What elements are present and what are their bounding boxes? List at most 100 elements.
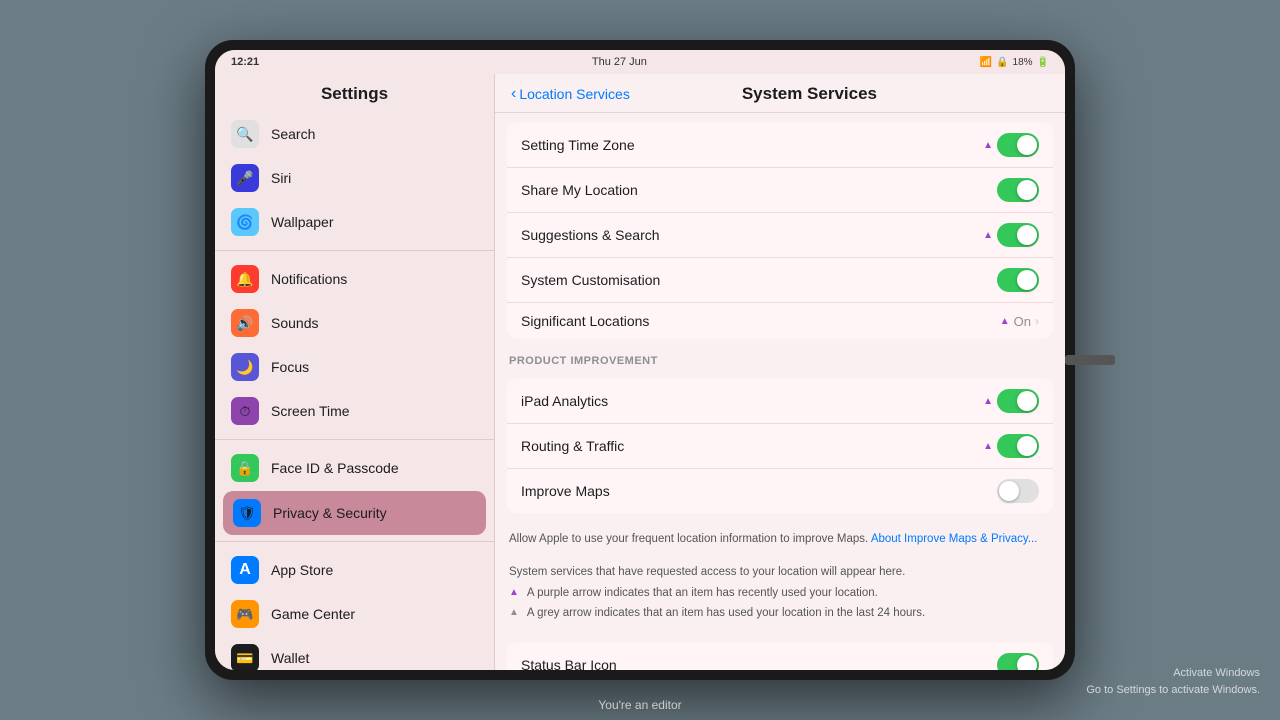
improve-maps-note: Allow Apple to use your frequent locatio… [495,523,1065,556]
bottom-text: You're an editor [598,698,681,712]
battery-icon: 🔋 [1037,57,1049,68]
divider-1 [215,250,494,251]
row-status-bar-icon[interactable]: Status Bar Icon [507,643,1053,670]
sidebar-item-focus[interactable]: 🌙 Focus [215,345,494,389]
screen-time-icon: ⏱ [231,397,259,425]
panel-title: System Services [630,84,989,104]
toggle-status-bar[interactable] [997,653,1039,670]
sidebar-item-screen-time[interactable]: ⏱ Screen Time [215,389,494,433]
row-ipad-analytics[interactable]: iPad Analytics ▲ [507,379,1053,424]
activate-line1: Activate Windows [1086,665,1260,683]
sidebar-item-game-center[interactable]: 🎮 Game Center [215,592,494,636]
label-share-my-location: Share My Location [521,182,989,198]
toggle-customisation[interactable] [997,268,1039,292]
game-center-icon: 🎮 [231,600,259,628]
row-right-status-bar [997,653,1039,670]
row-significant-locations[interactable]: Significant Locations ▲ On › [507,303,1053,339]
row-routing-traffic[interactable]: Routing & Traffic ▲ [507,424,1053,469]
battery-text: 18% [1013,57,1033,68]
status-bar: 12:21 Thu 27 Jun 📶 🔒 18% 🔋 [215,50,1065,74]
row-right-suggestions: ▲ [983,223,1039,247]
row-right-setting-time-zone: ▲ [983,133,1039,157]
divider-2 [215,439,494,440]
main-content: Settings 🔍 Search 🎤 Siri 🌀 Wallpaper [215,74,1065,670]
system-services-group: Setting Time Zone ▲ Share My Location [507,123,1053,339]
label-significant-locations: Significant Locations [521,313,992,329]
sidebar-label-wallet: Wallet [271,650,309,666]
wifi-icon: 📶 [980,57,992,68]
row-suggestions-search[interactable]: Suggestions & Search ▲ [507,213,1053,258]
sidebar-item-siri[interactable]: 🎤 Siri [215,156,494,200]
sidebar-item-sounds[interactable]: 🔊 Sounds [215,301,494,345]
toggle-improve-maps[interactable] [997,479,1039,503]
activate-line2: Go to Settings to activate Windows. [1086,682,1260,700]
status-bar-group: Status Bar Icon [507,643,1053,670]
sidebar-label-siri: Siri [271,170,291,186]
row-right-improve-maps [997,479,1039,503]
divider-3 [215,541,494,542]
wallpaper-icon: 🌀 [231,208,259,236]
loc-arrow-suggestions: ▲ [983,230,993,241]
toggle-share-location[interactable] [997,178,1039,202]
sidebar: Settings 🔍 Search 🎤 Siri 🌀 Wallpaper [215,74,495,670]
legend-purple-text: A purple arrow indicates that an item ha… [527,585,878,602]
notifications-icon: 🔔 [231,265,259,293]
row-share-my-location[interactable]: Share My Location [507,168,1053,213]
sidebar-label-focus: Focus [271,359,309,375]
tablet-screen: 12:21 Thu 27 Jun 📶 🔒 18% 🔋 Settings 🔍 Se… [215,50,1065,670]
sidebar-item-privacy[interactable]: 🛡 Privacy & Security [223,491,486,535]
sounds-icon: 🔊 [231,309,259,337]
sidebar-item-notifications[interactable]: 🔔 Notifications [215,257,494,301]
status-icons: 📶 🔒 18% 🔋 [980,57,1049,68]
loc-arrow-analytics: ▲ [983,396,993,407]
product-improvement-header: PRODUCT IMPROVEMENT [495,349,1065,369]
sidebar-item-wallpaper[interactable]: 🌀 Wallpaper [215,200,494,244]
right-header: ‹ Location Services System Services [495,74,1065,113]
content-area: Setting Time Zone ▲ Share My Location [495,113,1065,670]
legend-grey-arrow: ▲ [509,605,519,620]
label-setting-time-zone: Setting Time Zone [521,137,975,153]
sidebar-label-notifications: Notifications [271,271,347,287]
toggle-routing[interactable] [997,434,1039,458]
sidebar-item-search[interactable]: 🔍 Search [215,112,494,156]
row-right-share-location [997,178,1039,202]
focus-icon: 🌙 [231,353,259,381]
legend-grey: ▲ A grey arrow indicates that an item ha… [509,605,1051,622]
sidebar-label-sounds: Sounds [271,315,318,331]
status-date: Thu 27 Jun [592,56,647,68]
sidebar-item-app-store[interactable]: A App Store [215,548,494,592]
row-right-routing: ▲ [983,434,1039,458]
system-service-note: System services that have requested acce… [495,556,1065,633]
row-right-customisation [997,268,1039,292]
improve-maps-link[interactable]: About Improve Maps & Privacy... [871,533,1038,545]
toggle-setting-time-zone[interactable] [997,133,1039,157]
sidebar-label-app-store: App Store [271,562,333,578]
toggle-analytics[interactable] [997,389,1039,413]
legend-purple: ▲ A purple arrow indicates that an item … [509,585,1051,602]
activate-windows: Activate Windows Go to Settings to activ… [1086,665,1260,700]
label-improve-maps: Improve Maps [521,483,989,499]
privacy-icon: 🛡 [233,499,261,527]
status-time: 12:21 [231,56,259,68]
sidebar-item-face-id[interactable]: 🔒 Face ID & Passcode [215,446,494,490]
row-right-analytics: ▲ [983,389,1039,413]
row-system-customisation[interactable]: System Customisation [507,258,1053,303]
search-icon: 🔍 [231,120,259,148]
sidebar-item-wallet[interactable]: 💳 Wallet [215,636,494,670]
label-ipad-analytics: iPad Analytics [521,393,975,409]
row-right-significant: ▲ On › [1000,314,1039,329]
product-improvement-group: iPad Analytics ▲ Routing & Traffic ▲ [507,379,1053,513]
on-text-significant: On [1014,314,1031,329]
back-button[interactable]: ‹ Location Services [511,85,630,103]
loc-arrow-significant: ▲ [1000,316,1010,327]
siri-icon: 🎤 [231,164,259,192]
label-status-bar-icon: Status Bar Icon [521,657,989,670]
back-chevron-icon: ‹ [511,85,516,103]
row-improve-maps[interactable]: Improve Maps [507,469,1053,513]
row-setting-time-zone[interactable]: Setting Time Zone ▲ [507,123,1053,168]
toggle-suggestions[interactable] [997,223,1039,247]
legend-purple-arrow: ▲ [509,585,519,600]
sidebar-label-privacy: Privacy & Security [273,505,387,521]
lock-icon: 🔒 [996,57,1008,68]
label-suggestions-search: Suggestions & Search [521,227,975,243]
